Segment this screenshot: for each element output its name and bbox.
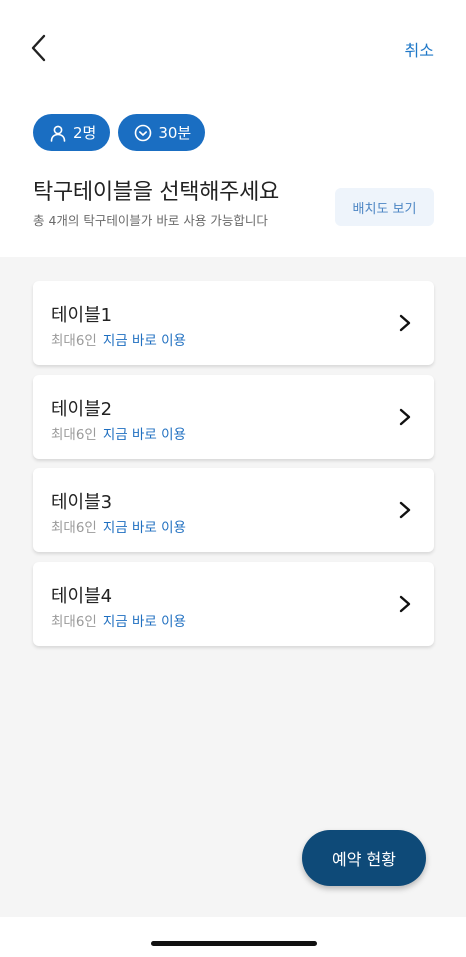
table-card-4[interactable]: 테이블4 최대6인 지금 바로 이용 (33, 562, 434, 646)
people-chip-label: 2명 (73, 124, 97, 142)
table-capacity: 최대6인 (51, 333, 97, 349)
back-button[interactable] (24, 32, 52, 64)
duration-chip-label: 30분 (158, 124, 192, 142)
reservation-status-button[interactable]: 예약 현황 (302, 830, 426, 886)
page-subtitle: 총 4개의 탁구테이블가 바로 사용 가능합니다 (33, 213, 268, 228)
table-capacity: 최대6인 (51, 614, 97, 630)
table-card-3[interactable]: 테이블3 최대6인 지금 바로 이용 (33, 468, 434, 552)
table-card-2[interactable]: 테이블2 최대6인 지금 바로 이용 (33, 375, 434, 459)
duration-chip[interactable]: 30분 (118, 114, 206, 151)
bottom-safe-area (0, 917, 466, 957)
table-availability: 지금 바로 이용 (102, 614, 186, 630)
table-capacity: 최대6인 (51, 520, 97, 536)
person-icon (49, 124, 67, 142)
page-title: 탁구테이블을 선택해주세요 (33, 180, 279, 205)
cancel-button[interactable]: 취소 (405, 37, 434, 61)
table-meta: 최대6인 지금 바로 이용 (51, 329, 186, 349)
table-list: 테이블1 최대6인 지금 바로 이용 테이블2 최대6인 지금 바로 이용 테이블3… (0, 257, 466, 917)
table-name: 테이블4 (51, 586, 113, 607)
home-indicator[interactable] (151, 941, 317, 946)
chevron-right-icon (399, 314, 411, 332)
header: 취소 2명 30분 탁구테이블을 선택해주세요 총 4개의 탁구테이블가 바로 … (0, 0, 466, 257)
chevron-left-icon (31, 34, 46, 62)
table-meta: 최대6인 지금 바로 이용 (51, 610, 186, 630)
table-availability: 지금 바로 이용 (102, 427, 186, 443)
view-layout-button[interactable]: 배치도 보기 (335, 188, 434, 226)
people-chip[interactable]: 2명 (33, 114, 111, 151)
table-name: 테이블1 (51, 305, 113, 326)
table-availability: 지금 바로 이용 (102, 520, 186, 536)
clock-icon (134, 124, 152, 142)
table-availability: 지금 바로 이용 (102, 333, 186, 349)
table-name: 테이블2 (51, 399, 113, 420)
table-meta: 최대6인 지금 바로 이용 (51, 516, 186, 536)
table-card-1[interactable]: 테이블1 최대6인 지금 바로 이용 (33, 281, 434, 365)
table-meta: 최대6인 지금 바로 이용 (51, 423, 186, 443)
table-name: 테이블3 (51, 492, 113, 513)
chevron-right-icon (399, 501, 411, 519)
chevron-right-icon (399, 408, 411, 426)
chevron-right-icon (399, 595, 411, 613)
table-capacity: 최대6인 (51, 427, 97, 443)
filter-chips: 2명 30분 (33, 114, 206, 151)
